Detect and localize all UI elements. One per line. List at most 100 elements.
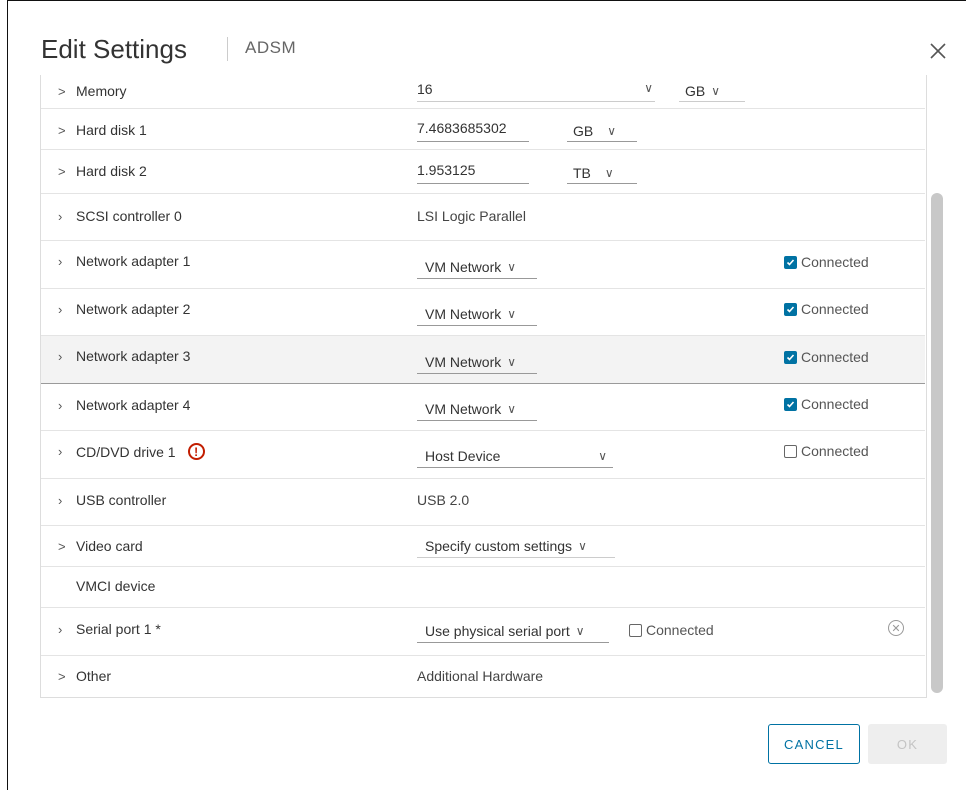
checkbox-checked-icon xyxy=(784,255,797,269)
chevron-down-icon: ∨ xyxy=(578,539,587,553)
chevron-right-icon: › xyxy=(58,444,63,459)
hard-disk-1-size-input[interactable]: 7.4683685302 xyxy=(417,120,529,142)
row-label: Other xyxy=(76,668,112,684)
ok-button[interactable]: OK xyxy=(868,724,947,764)
row-video-card: > Video card Specify custom settings ∨ xyxy=(41,526,925,567)
chevron-down-icon: ∨ xyxy=(607,123,617,138)
scsi-type-value: LSI Logic Parallel xyxy=(417,208,526,224)
scrollbar-thumb[interactable] xyxy=(931,193,943,693)
hard-disk-1-unit-select[interactable]: GB ∨ xyxy=(567,120,637,142)
chevron-right-icon: > xyxy=(58,538,66,554)
close-icon[interactable] xyxy=(925,38,951,64)
row-other-toggle[interactable]: > Other xyxy=(58,668,111,684)
network-adapter-2-select[interactable]: VM Network ∨ xyxy=(417,303,537,326)
row-label: VMCI device xyxy=(76,578,156,594)
serial-port-connected-checkbox[interactable]: Connected xyxy=(629,622,714,638)
network-adapter-4-connected-checkbox[interactable]: Connected xyxy=(784,396,869,412)
row-network-adapter-2: › Network adapter 2 VM Network ∨ Connecte… xyxy=(41,289,925,336)
chevron-right-icon: > xyxy=(58,122,66,138)
serial-port-type-select[interactable]: Use physical serial port ∨ xyxy=(417,620,609,643)
hard-disk-2-size-input[interactable]: 1.953125 xyxy=(417,162,529,184)
row-label: Serial port 1 * xyxy=(76,621,161,637)
checkbox-unchecked-icon xyxy=(629,623,642,637)
memory-input[interactable]: 16 ∨ xyxy=(417,81,655,102)
row-serial-port-toggle[interactable]: › Serial port 1 * xyxy=(58,621,161,637)
chevron-right-icon: › xyxy=(58,208,63,224)
chevron-down-icon: ∨ xyxy=(507,307,517,321)
cd-dvd-connected-checkbox[interactable]: Connected xyxy=(784,443,869,459)
row-label: USB controller xyxy=(76,492,167,508)
chevron-down-icon: ∨ xyxy=(507,260,517,274)
row-network-adapter-3-toggle[interactable]: › Network adapter 3 xyxy=(58,348,190,364)
row-scsi-toggle[interactable]: › SCSI controller 0 xyxy=(58,208,182,224)
row-network-adapter-2-toggle[interactable]: › Network adapter 2 xyxy=(58,301,190,317)
hardware-list: > Memory 16 ∨ GB ∨ > Hard disk 1 7.468368… xyxy=(40,75,927,698)
other-hardware-value: Additional Hardware xyxy=(417,668,544,684)
row-usb-toggle[interactable]: › USB controller xyxy=(58,492,166,508)
row-label: Network adapter 1 xyxy=(76,253,191,269)
window-border-left xyxy=(7,0,8,790)
row-scsi-controller-0: › SCSI controller 0 LSI Logic Parallel xyxy=(41,194,925,241)
window-border-top xyxy=(7,0,966,1)
chevron-right-icon: > xyxy=(58,163,66,179)
chevron-down-icon: ∨ xyxy=(507,355,517,369)
row-cd-dvd-drive-1: › CD/DVD drive 1 ! Host Device ∨ Connecte… xyxy=(41,431,925,479)
row-cd-dvd-toggle[interactable]: › CD/DVD drive 1 ! xyxy=(58,443,205,460)
row-network-adapter-4: › Network adapter 4 VM Network ∨ Connecte… xyxy=(41,384,925,431)
row-hard-disk-2-toggle[interactable]: > Hard disk 2 xyxy=(58,163,147,179)
row-network-adapter-1-toggle[interactable]: › Network adapter 1 xyxy=(58,253,190,269)
row-label: Hard disk 1 xyxy=(76,122,147,138)
row-label: Network adapter 2 xyxy=(76,301,191,317)
network-adapter-3-select[interactable]: VM Network ∨ xyxy=(417,351,537,374)
hard-disk-2-unit-select[interactable]: TB ∨ xyxy=(567,162,637,184)
chevron-right-icon: > xyxy=(58,83,66,99)
row-label: Network adapter 3 xyxy=(76,348,191,364)
row-usb-controller: › USB controller USB 2.0 xyxy=(41,479,925,526)
chevron-down-icon: ∨ xyxy=(575,624,585,638)
row-network-adapter-3: › Network adapter 3 VM Network ∨ Connecte… xyxy=(41,336,925,384)
row-hard-disk-1-toggle[interactable]: > Hard disk 1 xyxy=(58,122,147,138)
warning-icon[interactable]: ! xyxy=(187,443,205,460)
row-hard-disk-2: > Hard disk 2 1.953125 TB ∨ xyxy=(41,150,925,194)
network-adapter-1-connected-checkbox[interactable]: Connected xyxy=(784,254,869,270)
cd-dvd-device-select[interactable]: Host Device ∨ xyxy=(417,445,613,468)
checkbox-checked-icon xyxy=(784,350,797,364)
network-adapter-3-connected-checkbox[interactable]: Connected xyxy=(784,349,869,365)
chevron-right-icon: › xyxy=(58,397,63,413)
cancel-button[interactable]: CANCEL xyxy=(768,724,860,764)
row-label: Network adapter 4 xyxy=(76,397,191,413)
row-network-adapter-4-toggle[interactable]: › Network adapter 4 xyxy=(58,397,190,413)
video-card-settings-select[interactable]: Specify custom settings ∨ xyxy=(417,535,615,558)
network-adapter-1-select[interactable]: VM Network ∨ xyxy=(417,256,537,279)
chevron-down-icon: ∨ xyxy=(644,81,653,95)
usb-version-value: USB 2.0 xyxy=(417,492,470,508)
row-video-card-toggle[interactable]: > Video card xyxy=(58,538,143,554)
dialog-subtitle: ADSM xyxy=(245,38,297,57)
row-label: SCSI controller 0 xyxy=(76,208,182,224)
chevron-right-icon: > xyxy=(58,668,66,684)
checkbox-checked-icon xyxy=(784,397,797,411)
chevron-down-icon: ∨ xyxy=(604,165,614,180)
chevron-down-icon: ∨ xyxy=(711,84,721,98)
row-network-adapter-1: › Network adapter 1 VM Network ∨ Connecte… xyxy=(41,241,925,289)
remove-device-icon[interactable]: ✕ xyxy=(888,620,904,636)
row-hard-disk-1: > Hard disk 1 7.4683685302 GB ∨ xyxy=(41,109,925,150)
title-divider xyxy=(227,37,228,61)
row-memory: > Memory 16 ∨ GB ∨ xyxy=(41,75,925,109)
chevron-right-icon: › xyxy=(58,301,63,317)
checkbox-unchecked-icon xyxy=(784,444,797,458)
row-serial-port-1: › Serial port 1 * Use physical serial po… xyxy=(41,608,925,656)
network-adapter-2-connected-checkbox[interactable]: Connected xyxy=(784,301,869,317)
row-memory-toggle[interactable]: > Memory xyxy=(58,83,127,99)
chevron-right-icon: › xyxy=(58,348,63,364)
memory-unit-select[interactable]: GB ∨ xyxy=(679,81,745,102)
row-label: CD/DVD drive 1 xyxy=(76,443,176,460)
checkbox-checked-icon xyxy=(784,302,797,316)
chevron-right-icon: › xyxy=(58,492,63,508)
dialog-title: Edit Settings xyxy=(41,34,187,64)
network-adapter-4-select[interactable]: VM Network ∨ xyxy=(417,398,537,421)
row-vmci-device: VMCI device xyxy=(41,567,925,608)
chevron-right-icon: › xyxy=(58,621,63,637)
chevron-down-icon: ∨ xyxy=(598,449,607,463)
row-label: Hard disk 2 xyxy=(76,163,147,179)
